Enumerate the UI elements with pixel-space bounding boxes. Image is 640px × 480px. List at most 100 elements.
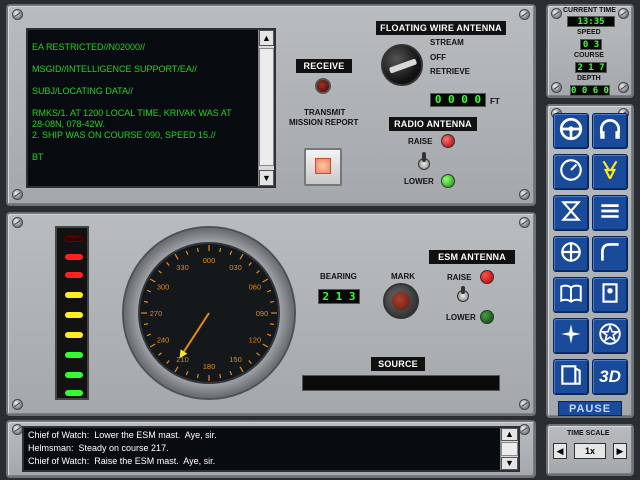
- screw: [12, 9, 23, 20]
- compass-tick-label: 300: [157, 283, 170, 292]
- message-screen: EA RESTRICTED//N02000// MSGID//INTELLIGEN…: [26, 28, 276, 188]
- screw: [519, 9, 530, 20]
- scroll-thumb[interactable]: [259, 48, 274, 166]
- message-line: RMKS/1. AT 1200 LOCAL TIME, KRIVAK WAS A…: [32, 108, 232, 118]
- message-line: MSGID//INTELLIGENCE SUPPORT/EA//: [32, 64, 197, 74]
- scroll-up-button[interactable]: ▲: [259, 30, 274, 46]
- option-off[interactable]: OFF: [430, 53, 446, 62]
- curve-icon: [597, 239, 623, 270]
- compass-tick: [219, 373, 222, 379]
- signal-led: [65, 332, 83, 338]
- time-scale-label: TIME SCALE: [567, 430, 610, 437]
- screw: [551, 82, 562, 93]
- signal-led: [65, 352, 83, 358]
- mark-button[interactable]: [383, 283, 419, 319]
- log-text: Chief of Watch: Lower the ESM mast. Aye,…: [28, 429, 498, 468]
- course-label: COURSE: [574, 52, 604, 59]
- log-line: Helmsman: Steady on course 217.: [28, 443, 169, 453]
- nav-button-manual[interactable]: [592, 277, 628, 313]
- message-text: EA RESTRICTED//N02000// MSGID//INTELLIGEN…: [32, 42, 256, 163]
- headphones-icon: [597, 116, 623, 147]
- bearing-label: BEARING: [320, 272, 357, 281]
- source-display: [302, 375, 500, 391]
- screw: [12, 217, 23, 228]
- log-scroll-up-button[interactable]: ▲: [501, 428, 518, 441]
- wire-length-unit: FT: [490, 97, 500, 106]
- esm-raise-light: [480, 270, 494, 284]
- transmit-button[interactable]: [304, 148, 342, 186]
- radio-lower-light: [441, 174, 455, 188]
- signal-led: [65, 272, 83, 278]
- nav-button-hourglass[interactable]: [553, 195, 589, 231]
- wire-length-readout: 0 0 0 0: [430, 93, 486, 107]
- floating-wire-title: FLOATING WIRE ANTENNA: [376, 21, 506, 35]
- nav-button-star[interactable]: [592, 318, 628, 354]
- nav-button-headphones[interactable]: [592, 113, 628, 149]
- nav-button-flash[interactable]: [592, 154, 628, 190]
- option-stream[interactable]: STREAM: [430, 38, 464, 47]
- floating-wire-knob[interactable]: [381, 44, 423, 86]
- log-scroll-thumb[interactable]: [501, 442, 518, 456]
- nav-button-curve[interactable]: [592, 236, 628, 272]
- esm-antenna-title: ESM ANTENNA: [429, 250, 515, 264]
- screw: [519, 217, 530, 228]
- depth-label: DEPTH: [577, 75, 601, 82]
- message-line: 28-08N, 078-42W.: [32, 119, 106, 129]
- steering-wheel-icon: [558, 116, 584, 147]
- pause-label: PAUSE: [568, 403, 612, 415]
- message-line: [32, 53, 256, 64]
- nav-button-crosshair[interactable]: [553, 236, 589, 272]
- radio-lower-label: LOWER: [404, 177, 434, 186]
- nav-button-door[interactable]: [553, 359, 589, 395]
- 3d-icon: 3D: [599, 367, 621, 386]
- book-icon: [558, 280, 584, 311]
- signal-led: [65, 292, 83, 298]
- message-line: SUBJ/LOCATING DATA//: [32, 86, 134, 96]
- esm-raise-label: RAISE: [447, 273, 472, 282]
- receive-indicator[interactable]: [315, 78, 331, 94]
- bearing-readout: 2 1 3: [318, 289, 360, 304]
- compass-tick: [219, 247, 222, 253]
- radio-antenna-toggle[interactable]: [418, 152, 430, 170]
- compass-tick: [196, 373, 199, 379]
- message-line: [32, 97, 256, 108]
- nav-button-3d[interactable]: 3D: [592, 359, 628, 395]
- screw: [551, 8, 562, 19]
- signal-led: [65, 236, 83, 242]
- gauge-icon: [558, 157, 584, 188]
- compass-tick-label: 150: [229, 355, 242, 364]
- nav-button-gauge[interactable]: [553, 154, 589, 190]
- nav-button-steering-wheel[interactable]: [553, 113, 589, 149]
- message-scrollbar[interactable]: ▲ ▼: [258, 30, 274, 186]
- bearing-compass: 000 030 060 090 120 150 180 210 240 270 300 330: [122, 226, 296, 400]
- compass-tick-label: 330: [176, 263, 189, 272]
- log-screen: Chief of Watch: Lower the ESM mast. Aye,…: [22, 426, 520, 472]
- compass-tick-label: 270: [150, 309, 163, 318]
- log-scroll-down-button[interactable]: ▼: [501, 457, 518, 470]
- screw: [618, 82, 629, 93]
- esm-lower-label: LOWER: [446, 313, 476, 322]
- compass-tick-label: 120: [249, 336, 262, 345]
- pause-button[interactable]: PAUSE: [558, 401, 622, 416]
- current-time-label: CURRENT TIME: [563, 7, 616, 14]
- scroll-down-button[interactable]: ▼: [259, 170, 274, 186]
- speed-label: SPEED: [577, 29, 601, 36]
- nav-button-list[interactable]: [592, 195, 628, 231]
- compass-tick-label: 060: [249, 283, 262, 292]
- option-retrieve[interactable]: RETRIEVE: [430, 67, 470, 76]
- nav-button-compass-rose[interactable]: [553, 318, 589, 354]
- signal-led: [65, 254, 83, 260]
- door-icon: [558, 362, 584, 393]
- message-line: [32, 141, 256, 152]
- time-scale-decrease-button[interactable]: ◀: [553, 443, 567, 459]
- mark-label: MARK: [391, 272, 415, 281]
- star-icon: [597, 321, 623, 352]
- transmit-label-2: MISSION REPORT: [289, 118, 359, 127]
- course-readout: 2 1 7: [575, 62, 607, 73]
- log-scrollbar[interactable]: ▲ ▼: [500, 428, 518, 470]
- nav-button-book[interactable]: [553, 277, 589, 313]
- message-line: EA RESTRICTED//N02000//: [32, 42, 146, 52]
- esm-antenna-toggle[interactable]: [457, 286, 469, 304]
- time-scale-increase-button[interactable]: ▶: [613, 443, 627, 459]
- screw: [12, 189, 23, 200]
